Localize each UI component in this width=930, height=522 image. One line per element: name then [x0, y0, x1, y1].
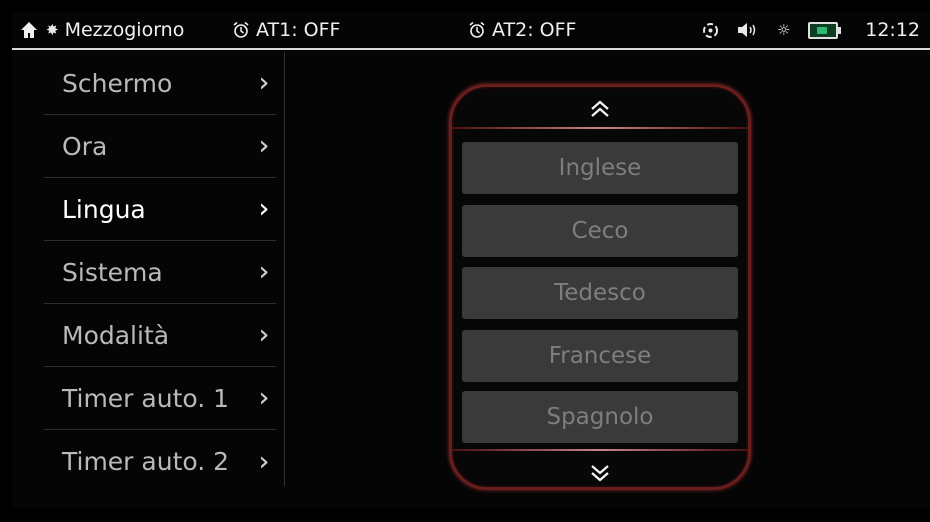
home-icon[interactable] [20, 12, 38, 48]
double-chevron-down-icon [591, 465, 609, 482]
picker-divider [452, 449, 748, 451]
menu-item-label: Ora [62, 131, 108, 161]
language-picker: Inglese Ceco Tedesco Francese Spagnolo [449, 84, 751, 490]
menu-item-label: Timer auto. 1 [62, 383, 230, 413]
brightness-icon[interactable]: ☼ [777, 21, 790, 39]
menu-item-label: Schermo [62, 68, 173, 98]
menu-item-modalita[interactable]: Modalità ›› [44, 304, 276, 367]
double-chevron-right-icon: ›› [258, 68, 270, 98]
menu-item-label: Lingua [62, 194, 146, 224]
timer2-label: AT2: OFF [492, 19, 577, 41]
language-option-francese[interactable]: Francese [462, 330, 738, 382]
alarm-clock-icon [469, 21, 485, 38]
menu-item-timer-auto-1[interactable]: Timer auto. 1 ›› [44, 367, 276, 430]
settings-menu: Schermo ›› Ora ›› Lingua ›› Sistema ›› M… [44, 52, 285, 486]
screen: ✸ Mezzogiorno AT1: OFF AT2: OFF ☼ 12:12 … [12, 12, 930, 508]
menu-item-ora[interactable]: Ora ›› [44, 115, 276, 178]
status-bar: ✸ Mezzogiorno AT1: OFF AT2: OFF ☼ 12:12 [12, 12, 930, 50]
double-chevron-right-icon: ›› [258, 320, 270, 350]
language-option-inglese[interactable]: Inglese [462, 142, 738, 194]
double-chevron-right-icon: ›› [258, 131, 270, 161]
daypart-label: Mezzogiorno [64, 19, 185, 41]
alarm-clock-icon [233, 21, 249, 38]
sun-icon: ✸ [46, 21, 59, 39]
timer1-label: AT1: OFF [256, 19, 341, 41]
menu-item-schermo[interactable]: Schermo ›› [44, 52, 276, 115]
double-chevron-right-icon: ›› [258, 194, 270, 224]
timer2-status: AT2: OFF [468, 12, 576, 48]
clock: 12:12 [865, 19, 920, 41]
menu-item-sistema[interactable]: Sistema ›› [44, 241, 276, 304]
timer1-status: AT1: OFF [232, 12, 340, 48]
picker-divider [452, 127, 748, 129]
language-option-ceco[interactable]: Ceco [462, 205, 738, 257]
menu-item-label: Modalità [62, 320, 170, 350]
double-chevron-right-icon: ›› [258, 383, 270, 413]
double-chevron-up-icon [591, 100, 609, 117]
menu-item-label: Timer auto. 2 [62, 447, 230, 476]
system-icons: ☼ [702, 12, 842, 48]
language-option-spagnolo[interactable]: Spagnolo [462, 391, 738, 443]
scroll-up-button[interactable] [452, 91, 748, 127]
daypart-indicator: ✸ Mezzogiorno [46, 12, 184, 48]
battery-icon [808, 21, 842, 39]
menu-item-timer-auto-2[interactable]: Timer auto. 2 ›› [44, 430, 276, 493]
menu-item-lingua[interactable]: Lingua ›› [44, 178, 276, 241]
speaker-icon[interactable] [737, 22, 759, 38]
double-chevron-right-icon: ›› [258, 446, 270, 477]
fan-icon [703, 22, 718, 38]
language-option-tedesco[interactable]: Tedesco [462, 267, 738, 319]
double-chevron-right-icon: ›› [258, 257, 270, 287]
menu-item-label: Sistema [62, 257, 163, 287]
scroll-down-button[interactable] [452, 455, 748, 491]
